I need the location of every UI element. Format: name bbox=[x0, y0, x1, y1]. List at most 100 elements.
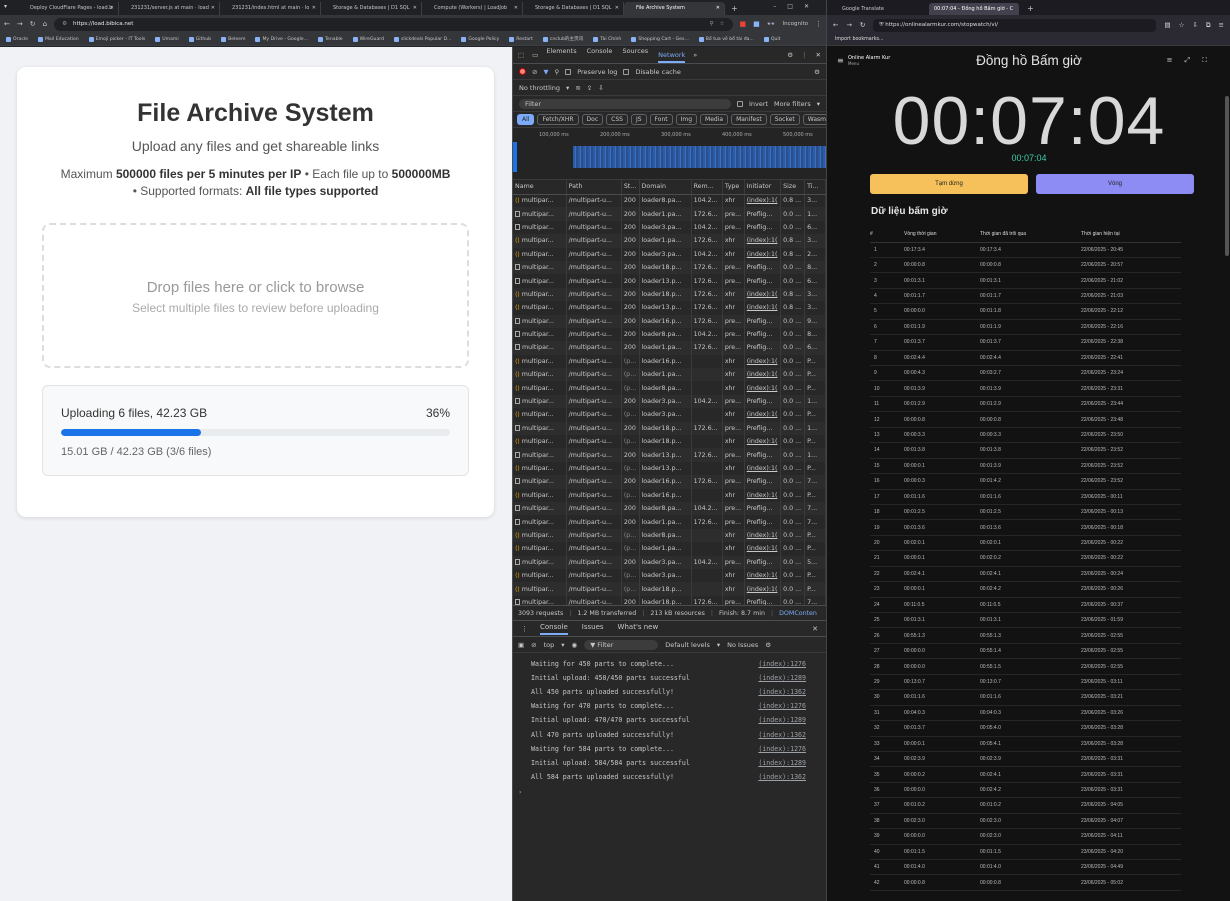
network-request-row[interactable]: multipar... /multipart-u... 200 loader18.p.… bbox=[513, 421, 826, 436]
tab-search-icon[interactable]: ▾ bbox=[4, 3, 7, 10]
more-filters-button[interactable]: More filters bbox=[774, 100, 811, 108]
bookmark-item[interactable]: Tenable bbox=[318, 36, 343, 42]
network-request-row[interactable]: multipar... /multipart-u... 200 loader3.pa.… bbox=[513, 394, 826, 409]
request-cell-text[interactable]: (index):1( bbox=[747, 291, 778, 298]
toolbar-icons[interactable]: ≡⤢⛶ bbox=[1167, 56, 1219, 65]
incognito-label[interactable]: Incognito bbox=[782, 21, 808, 27]
column-header[interactable]: Rem... bbox=[691, 180, 723, 195]
tab-close-icon[interactable]: ✕ bbox=[312, 5, 316, 11]
column-header[interactable]: Name bbox=[513, 180, 567, 195]
network-request-row[interactable]: ⟨⟩ multipar.../multipart-u... (p... loader1… bbox=[513, 368, 826, 382]
ff-address-bar[interactable]: ⛨ https://onlinealarmkur.com/stopwatch/v… bbox=[873, 18, 1157, 32]
column-header[interactable]: St... bbox=[621, 180, 640, 195]
browser-tab[interactable]: Storage & Databases | D1 SQL ✕ bbox=[321, 2, 422, 15]
bookmark-item[interactable]: WireGuard bbox=[352, 36, 384, 42]
address-bar[interactable]: ⚙ https://load.bibica.net ⚲ ☆ bbox=[54, 17, 733, 31]
console-source-link[interactable]: (index):1362 bbox=[758, 731, 806, 739]
type-filter-fetchxhr[interactable]: Fetch/XHR bbox=[537, 114, 579, 125]
network-request-row[interactable]: multipar... /multipart-u... 200 loader16.p.… bbox=[513, 475, 826, 489]
column-header[interactable]: Initiator bbox=[744, 180, 782, 195]
request-cell-text[interactable]: Preflig... bbox=[747, 398, 773, 405]
filter-funnel-icon[interactable]: ▼ bbox=[543, 68, 548, 76]
network-request-row[interactable]: ⟨⟩ multipar.../multipart-u... (p... loader1… bbox=[513, 354, 826, 369]
request-cell-text[interactable]: (index):1( bbox=[747, 572, 778, 579]
devtools-menu-icon[interactable]: ⋮ bbox=[801, 51, 808, 59]
network-request-row[interactable]: ⟨⟩ multipar.../multipart-u... (p... loader1… bbox=[513, 582, 826, 596]
back-icon[interactable]: ← bbox=[833, 21, 838, 29]
type-filter-font[interactable]: Font bbox=[649, 114, 673, 125]
tab-close-icon[interactable]: ✕ bbox=[514, 5, 518, 11]
network-settings-icon[interactable]: ⚙ bbox=[814, 68, 820, 76]
drawer-tab-issues[interactable]: Issues bbox=[582, 623, 604, 635]
clear-console-icon[interactable]: ⊘ bbox=[531, 641, 536, 649]
forward-icon[interactable]: → bbox=[17, 20, 23, 28]
type-filter-all[interactable]: All bbox=[517, 114, 535, 125]
import-bookmarks-link[interactable]: Import bookmarks... bbox=[835, 37, 884, 42]
forward-icon[interactable]: → bbox=[846, 21, 851, 29]
reload-icon[interactable]: ↻ bbox=[860, 21, 865, 29]
chevron-down-icon[interactable]: ▾ bbox=[817, 100, 820, 108]
reader-icon[interactable]: ▤ bbox=[1164, 21, 1170, 29]
column-header[interactable]: Path bbox=[566, 180, 622, 195]
page-scrollbar[interactable] bbox=[1225, 96, 1229, 256]
upload-har-icon[interactable]: ⇪ bbox=[587, 84, 592, 92]
network-request-row[interactable]: ⟨⟩ multipar.../multipart-u... (p... loader1… bbox=[513, 461, 826, 476]
network-request-row[interactable]: ⟨⟩ multipar.../multipart-u... (p... loader1… bbox=[513, 435, 826, 449]
preserve-log-checkbox[interactable] bbox=[565, 68, 572, 75]
request-cell-text[interactable]: Preflig... bbox=[747, 278, 773, 285]
tab-close-icon[interactable]: ✕ bbox=[716, 5, 720, 11]
network-request-row[interactable]: multipar... /multipart-u... 200 loader8.pa.… bbox=[513, 501, 826, 516]
bookmark-item[interactable]: Beleem bbox=[221, 36, 245, 42]
devtools-tab-sources[interactable]: Sources bbox=[622, 47, 648, 63]
console-source-link[interactable]: (index):1289 bbox=[758, 674, 806, 682]
type-filter-manifest[interactable]: Manifest bbox=[731, 114, 767, 125]
throttling-select[interactable]: No throttling bbox=[519, 84, 560, 92]
network-request-row[interactable]: ⟨⟩ multipar.../multipart-u... 200 loader3.p… bbox=[513, 247, 826, 261]
network-request-row[interactable]: ⟨⟩ multipar.../multipart-u... 200 loader13.… bbox=[513, 301, 826, 315]
bookmark-item[interactable]: Oracle bbox=[6, 36, 28, 42]
ff-tab[interactable]: 00:07:04 - Đồng hồ Bấm giờ - C bbox=[929, 3, 1019, 15]
console-prompt-icon[interactable]: › bbox=[513, 784, 826, 800]
bookmark-item[interactable]: Emoji picker - IT Tools bbox=[88, 36, 145, 42]
network-request-row[interactable]: multipar... /multipart-u... 200 loader18.p.… bbox=[513, 595, 826, 605]
request-cell-text[interactable]: (index):1( bbox=[747, 358, 778, 365]
browser-tab[interactable]: Storage & Databases | D1 SQL ✕ bbox=[523, 2, 624, 15]
bookmark-item[interactable]: Shopping Cart - Ges... bbox=[631, 36, 689, 42]
network-request-row[interactable]: multipar... /multipart-u... 200 loader16.p.… bbox=[513, 314, 826, 328]
chevron-down-icon[interactable]: ▾ bbox=[717, 641, 720, 649]
network-request-row[interactable]: multipar... /multipart-u... 200 loader18.p.… bbox=[513, 260, 826, 275]
browser-menu-icon[interactable]: ⋮ bbox=[815, 20, 822, 28]
request-cell-text[interactable]: Preflig... bbox=[747, 452, 773, 459]
reload-icon[interactable]: ↻ bbox=[30, 20, 36, 28]
default-levels-select[interactable]: Default levels bbox=[665, 641, 710, 649]
request-cell-text[interactable]: (index):1( bbox=[747, 438, 778, 445]
type-filter-img[interactable]: Img bbox=[675, 114, 698, 125]
request-cell-text[interactable]: Preflig... bbox=[747, 425, 773, 432]
request-cell-text[interactable]: (index):1( bbox=[747, 492, 778, 499]
window-controls[interactable]: –□✕ bbox=[773, 3, 820, 10]
column-header[interactable]: Domain bbox=[639, 180, 692, 195]
request-cell-text[interactable]: (index):1( bbox=[747, 197, 778, 204]
console-source-link[interactable]: (index):1276 bbox=[758, 745, 806, 753]
bookmark-star-icon[interactable]: ☆ bbox=[720, 21, 725, 27]
download-icon[interactable]: ⇩ bbox=[1192, 21, 1197, 29]
inspect-icon[interactable]: ⬚ bbox=[518, 51, 524, 59]
devtools-close-icon[interactable]: ✕ bbox=[816, 51, 821, 59]
request-cell-text[interactable]: (index):1( bbox=[747, 385, 778, 392]
tab-close-icon[interactable]: ✕ bbox=[110, 5, 114, 11]
network-request-row[interactable]: ⟨⟩ multipar.../multipart-u... (p... loader1… bbox=[513, 542, 826, 556]
request-cell-text[interactable]: Preflig... bbox=[747, 344, 773, 351]
request-cell-text[interactable]: (index):1( bbox=[747, 371, 778, 378]
type-filter-doc[interactable]: Doc bbox=[581, 114, 604, 125]
invert-checkbox[interactable] bbox=[736, 100, 743, 107]
request-cell-text[interactable]: (index):1( bbox=[747, 304, 778, 311]
network-request-row[interactable]: multipar... /multipart-u... 200 loader1.pa.… bbox=[513, 207, 826, 221]
wifi-icon[interactable]: ≋ bbox=[575, 84, 580, 92]
column-header[interactable]: Type bbox=[722, 180, 745, 195]
network-request-row[interactable]: multipar... /multipart-u... 200 loader13.p.… bbox=[513, 448, 826, 462]
type-filter-wasm[interactable]: Wasm bbox=[802, 114, 826, 125]
devtools-settings-icon[interactable]: ⚙ bbox=[787, 51, 793, 59]
home-icon[interactable]: ⌂ bbox=[43, 20, 47, 28]
tab-close-icon[interactable]: ✕ bbox=[615, 5, 619, 11]
new-tab-button[interactable]: + bbox=[725, 4, 744, 15]
